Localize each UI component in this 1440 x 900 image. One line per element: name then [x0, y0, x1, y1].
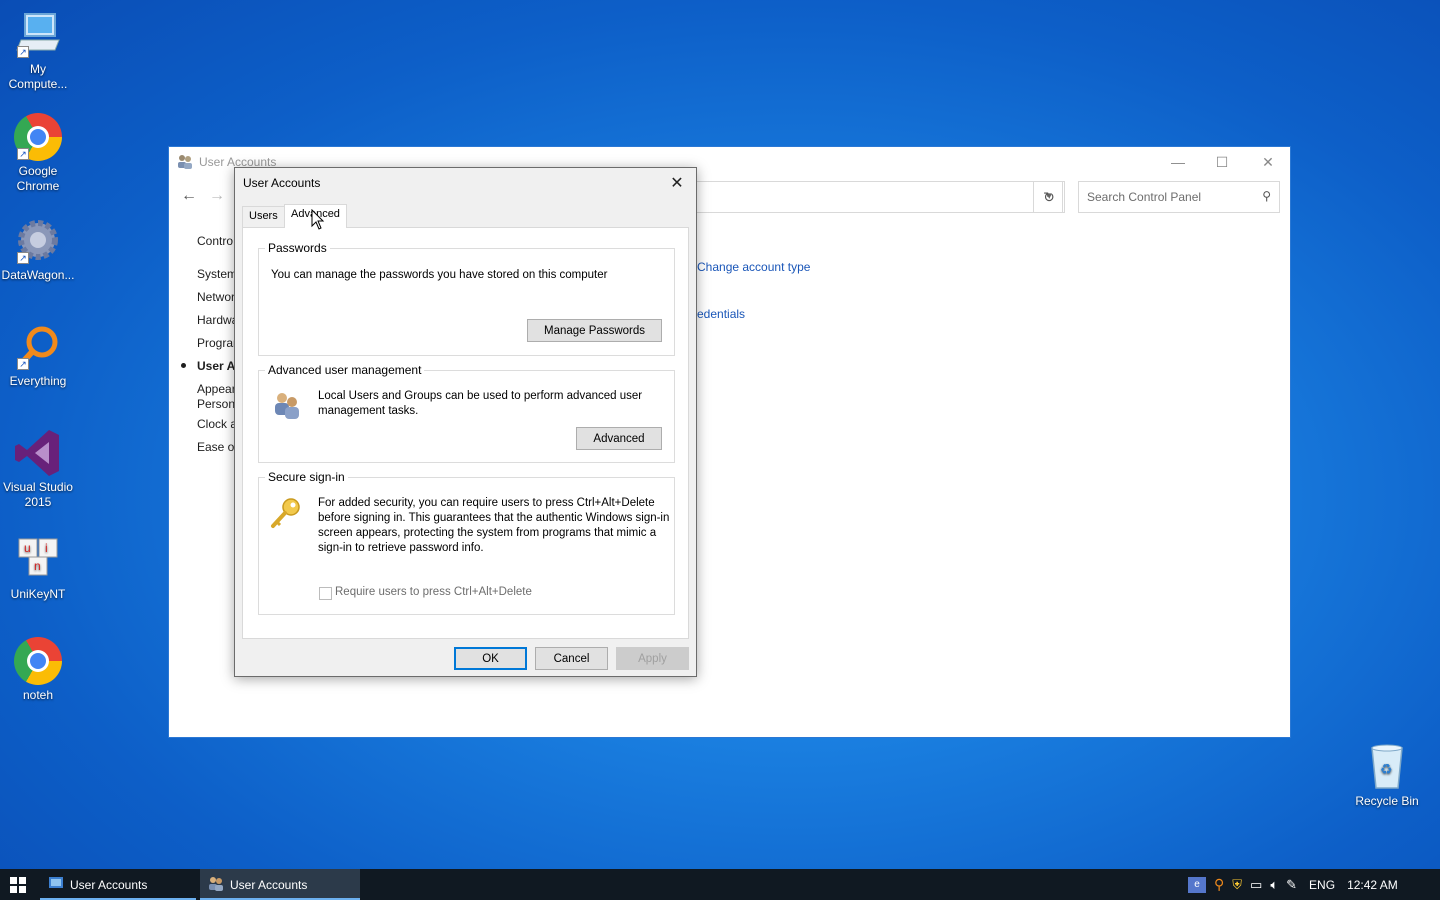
checkbox-label[interactable]: Require users to press Ctrl+Alt+Delete: [335, 586, 532, 598]
computer-icon: ↗: [13, 10, 63, 60]
search-input[interactable]: Search Control Panel ⚲: [1078, 181, 1280, 213]
maximize-button[interactable]: ☐: [1199, 147, 1245, 177]
user-accounts-icon: [208, 875, 224, 894]
gear-icon: ↗: [13, 216, 63, 266]
svg-text:♻: ♻: [1380, 762, 1393, 778]
users-group-icon: [271, 389, 303, 424]
user-accounts-icon: [177, 153, 193, 172]
windows-start-icon[interactable]: [0, 869, 36, 900]
desktop-icon-my-computer[interactable]: ↗ My Compute...: [0, 10, 76, 92]
chrome-icon: [13, 636, 63, 686]
desktop-icon-label: Everything: [9, 374, 67, 388]
dialog-title: User Accounts: [243, 176, 321, 190]
shield-icon[interactable]: ⛨: [1232, 877, 1242, 893]
key-icon: [269, 496, 303, 533]
back-arrow-icon[interactable]: ←: [181, 187, 197, 205]
taskbar-item-user-accounts[interactable]: User Accounts: [40, 869, 196, 900]
desktop-icon-everything[interactable]: ↗ Everything: [0, 322, 76, 389]
visual-studio-icon: [13, 428, 63, 478]
desktop-icon-label: Recycle Bin: [1355, 794, 1419, 808]
everything-tray-icon[interactable]: ⚲: [1214, 876, 1224, 893]
desktop-icon-unikey[interactable]: u i n UniKeyNT: [0, 535, 76, 602]
search-icon[interactable]: ⚲: [1262, 189, 1271, 203]
taskbar-item-label: User Accounts: [230, 877, 308, 892]
change-account-type-link[interactable]: Change account type: [697, 260, 810, 274]
close-icon[interactable]: ✕: [664, 171, 690, 195]
desktop-icon-label: DataWagon...: [1, 268, 75, 282]
user-accounts-icon: [48, 875, 64, 894]
pen-icon[interactable]: ✎: [1286, 877, 1297, 893]
svg-text:i: i: [45, 541, 48, 555]
credentials-link[interactable]: edentials: [697, 307, 745, 321]
nav-personalization[interactable]: Person: [197, 397, 235, 411]
nav-user-accounts[interactable]: User A: [197, 359, 235, 373]
minimize-button[interactable]: —: [1155, 147, 1201, 177]
advanced-button[interactable]: Advanced: [576, 427, 662, 450]
current-section-bullet: [181, 363, 186, 368]
desktop-icon-recycle-bin[interactable]: ♻ Recycle Bin: [1349, 742, 1425, 809]
nav-hardware[interactable]: Hardwa: [197, 313, 238, 327]
address-bar[interactable]: ▾: [697, 181, 1063, 213]
passwords-description: You can manage the passwords you have st…: [271, 269, 608, 281]
network-icon[interactable]: ▭: [1250, 877, 1262, 893]
apply-button[interactable]: Apply: [616, 647, 689, 670]
nav-ease-of-access[interactable]: Ease of: [197, 440, 238, 454]
desktop-icon-label: My Compute...: [8, 62, 68, 91]
tab-users[interactable]: Users: [242, 206, 285, 227]
taskbar: User Accounts User Accounts e ⚲ ⛨ ▭ 🔈︎ ✎…: [0, 869, 1440, 900]
refresh-icon[interactable]: ↻: [1033, 181, 1065, 213]
magnifier-icon: ↗: [13, 322, 63, 372]
tray-app-icon[interactable]: e: [1188, 876, 1206, 893]
secure-signin-group: Secure sign-in For added security, you c…: [258, 470, 675, 615]
desktop-icon-visual-studio[interactable]: Visual Studio 2015: [0, 428, 76, 510]
group-label: Secure sign-in: [265, 470, 348, 484]
advanced-user-management-group: Advanced user management Local Users and…: [258, 363, 675, 463]
manage-passwords-button[interactable]: Manage Passwords: [527, 319, 662, 342]
group-label: Passwords: [265, 241, 330, 255]
volume-icon[interactable]: 🔈︎: [1270, 877, 1278, 893]
forward-arrow-icon[interactable]: →: [209, 187, 225, 205]
desktop-icon-google-chrome[interactable]: ↗ Google Chrome: [0, 112, 76, 194]
system-tray: e ⚲ ⛨ ▭ 🔈︎ ✎ ENG 12:42 AM: [1188, 869, 1398, 900]
mouse-cursor-icon: [311, 208, 325, 234]
clock[interactable]: 12:42 AM: [1347, 878, 1398, 892]
svg-text:u: u: [24, 541, 31, 555]
ok-button[interactable]: OK: [454, 647, 527, 670]
desktop-icon-label: Visual Studio 2015: [3, 480, 73, 509]
advanced-mgmt-description: Local Users and Groups can be used to pe…: [318, 390, 643, 417]
nav-programs[interactable]: Prograr: [197, 336, 237, 350]
group-label: Advanced user management: [265, 363, 425, 377]
desktop-icon-noteh[interactable]: noteh: [0, 636, 76, 703]
nav-control-panel-home[interactable]: Contro: [197, 234, 233, 248]
taskbar-item-label: User Accounts: [70, 877, 148, 892]
secure-signin-description: For added security, you can require user…: [318, 497, 670, 554]
nav-network[interactable]: Networ: [197, 290, 235, 304]
chrome-icon: ↗: [13, 112, 63, 162]
require-ctrl-alt-delete-checkbox[interactable]: [319, 587, 332, 600]
desktop-icon-label: Google Chrome: [16, 164, 60, 193]
recycle-bin-icon: ♻: [1362, 742, 1412, 792]
user-accounts-dialog: User Accounts ✕ Users Advanced Passwords…: [234, 167, 697, 677]
svg-text:n: n: [34, 559, 41, 573]
unikey-icon: u i n: [13, 535, 63, 585]
language-indicator[interactable]: ENG: [1309, 878, 1335, 892]
cancel-button[interactable]: Cancel: [535, 647, 608, 670]
passwords-group: Passwords You can manage the passwords y…: [258, 241, 675, 356]
close-button[interactable]: ✕: [1245, 147, 1291, 177]
search-placeholder: Search Control Panel: [1087, 190, 1202, 204]
nav-appearance[interactable]: Appear: [197, 382, 236, 396]
taskbar-item-user-accounts-active[interactable]: User Accounts: [200, 869, 360, 900]
desktop-icon-label: UniKeyNT: [10, 587, 66, 601]
desktop-icon-datawagon[interactable]: ↗ DataWagon...: [0, 216, 76, 283]
tab-panel-advanced: Passwords You can manage the passwords y…: [242, 227, 689, 639]
nav-system[interactable]: System: [197, 267, 237, 281]
nav-clock[interactable]: Clock a: [197, 417, 237, 431]
desktop-icon-label: noteh: [22, 688, 54, 702]
